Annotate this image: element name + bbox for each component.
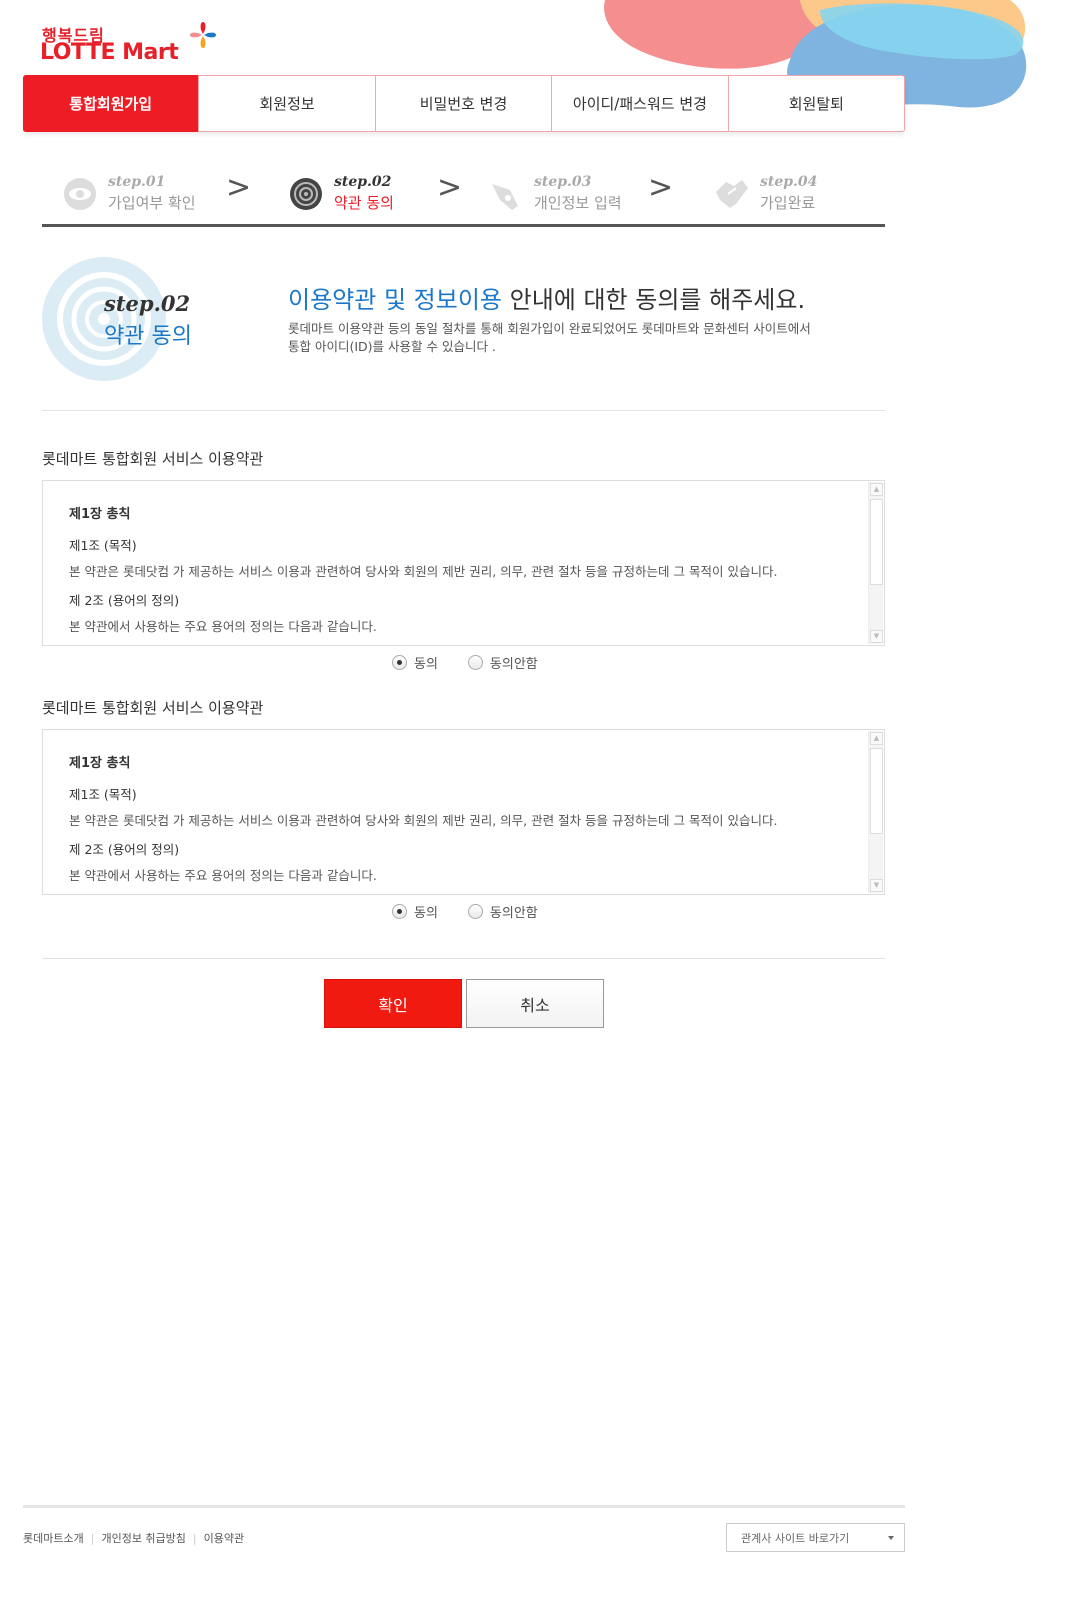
terms-textbox[interactable]: 제1장 총칙 제1조 (목적) 본 약관은 롯데닷컴 가 제공하는 서비스 이용… <box>42 480 885 646</box>
section-divider <box>42 958 885 959</box>
signup-steps: step.01 가입여부 확인 > step.02 약관 동의 > step.0… <box>42 160 885 226</box>
step-arrow: > <box>437 170 463 205</box>
footer-link-privacy[interactable]: 개인정보 취급방침 <box>101 1530 185 1546</box>
terms-text: 본 약관에서 사용하는 주요 용어의 정의는 다음과 같습니다. <box>69 868 377 883</box>
lotte-mart-logo[interactable]: 행복드림 LOTTE Mart <box>40 20 220 68</box>
radio-selected-icon <box>392 654 407 670</box>
radio-unselected-icon <box>467 654 483 670</box>
handshake-icon <box>716 180 748 208</box>
step-label: 가입여부 확인 <box>108 194 196 212</box>
footer-divider <box>23 1505 905 1508</box>
radio-selected-icon <box>392 903 407 919</box>
step-label: 약관 동의 <box>334 194 394 212</box>
terms-article: 제 2조 (용어의 정의) <box>69 842 180 857</box>
scroll-up-icon[interactable]: ▲ <box>870 732 883 745</box>
section-divider <box>42 410 885 411</box>
radio-unselected-icon <box>467 903 483 919</box>
terms-title: 롯데마트 통합회원 서비스 이용약관 <box>42 450 264 468</box>
scrollbar[interactable]: ▲ ▼ <box>868 731 883 893</box>
nav-tab-change-id-password[interactable]: 아이디/패스워드 변경 <box>551 76 727 131</box>
terms-article: 제 2조 (용어의 정의) <box>69 593 180 608</box>
disagree-radio[interactable]: 동의안함 <box>467 653 538 672</box>
nav-tab-member-info[interactable]: 회원정보 <box>198 76 374 131</box>
step-number: step.04 <box>760 174 818 190</box>
step-arrow: > <box>226 170 252 205</box>
family-site-label: 관계사 사이트 바로가기 <box>741 1531 850 1545</box>
intro-step-label: 약관 동의 <box>104 324 192 349</box>
page-title: 이용약관 및 정보이용 안내에 대한 동의를 해주세요. <box>288 286 806 314</box>
agree-radio[interactable]: 동의 <box>392 653 438 672</box>
scroll-thumb[interactable] <box>870 499 883 585</box>
spiral-icon <box>290 178 322 210</box>
top-nav: 통합회원가입 회원정보 비밀번호 변경 아이디/패스워드 변경 회원탈퇴 <box>23 75 905 132</box>
scroll-down-icon[interactable]: ▼ <box>870 630 883 643</box>
nav-tab-change-password[interactable]: 비밀번호 변경 <box>374 76 551 131</box>
pen-icon <box>492 184 518 210</box>
footer-link-terms[interactable]: 이용약관 <box>204 1530 244 1546</box>
step-arrow: > <box>648 170 674 205</box>
nav-tab-withdraw[interactable]: 회원탈퇴 <box>727 76 904 131</box>
terms-textbox[interactable]: 제1장 총칙 제1조 (목적) 본 약관은 롯데닷컴 가 제공하는 서비스 이용… <box>42 729 885 895</box>
footer-link-about[interactable]: 롯데마트소개 <box>23 1530 84 1546</box>
nav-tab-signup[interactable]: 통합회원가입 <box>23 75 199 132</box>
terms-agree-radios: 동의 동의안함 <box>392 652 568 672</box>
footer-separator: | <box>90 1531 95 1545</box>
step-number: step.01 <box>108 174 166 190</box>
terms-title: 롯데마트 통합회원 서비스 이용약관 <box>42 699 264 717</box>
disagree-radio[interactable]: 동의안함 <box>467 902 538 921</box>
scroll-up-icon[interactable]: ▲ <box>870 483 883 496</box>
footer-separator: | <box>192 1531 197 1545</box>
terms-text: 본 약관에서 사용하는 주요 용어의 정의는 다음과 같습니다. <box>69 619 377 634</box>
terms-text: 본 약관은 롯데닷컴 가 제공하는 서비스 이용과 관련하여 당사와 회원의 제… <box>69 564 778 579</box>
terms-text: 본 약관은 롯데닷컴 가 제공하는 서비스 이용과 관련하여 당사와 회원의 제… <box>69 813 778 828</box>
step-number: step.03 <box>534 174 592 190</box>
step-label: 가입완료 <box>760 194 816 212</box>
cancel-button[interactable]: 취소 <box>466 979 604 1028</box>
scroll-down-icon[interactable]: ▼ <box>870 879 883 892</box>
step-number: step.02 <box>334 174 392 190</box>
scroll-thumb[interactable] <box>870 748 883 834</box>
confirm-button[interactable]: 확인 <box>324 979 462 1028</box>
terms-article: 제1조 (목적) <box>69 538 137 553</box>
scrollbar[interactable]: ▲ ▼ <box>868 482 883 644</box>
intro-step-number: step.02 <box>104 291 191 316</box>
terms-chapter: 제1장 총칙 <box>69 507 131 522</box>
eye-icon <box>64 178 96 210</box>
agree-radio[interactable]: 동의 <box>392 902 438 921</box>
steps-divider <box>42 224 885 227</box>
terms-chapter: 제1장 총칙 <box>69 756 131 771</box>
chevron-down-icon <box>888 1536 894 1540</box>
footer-links: 롯데마트소개 | 개인정보 취급방침 | 이용약관 <box>23 1530 244 1546</box>
step-label: 개인정보 입력 <box>534 194 622 212</box>
logo-flower-icon <box>190 22 216 48</box>
terms-article: 제1조 (목적) <box>69 787 137 802</box>
family-site-select[interactable]: 관계사 사이트 바로가기 <box>726 1523 905 1552</box>
logo-wordmark: LOTTE Mart <box>40 40 179 65</box>
intro-description: 롯데마트 이용약관 등의 동일 절차를 통해 회원가입이 완료되었어도 롯데마트… <box>288 321 811 354</box>
terms-agree-radios: 동의 동의안함 <box>392 901 568 921</box>
